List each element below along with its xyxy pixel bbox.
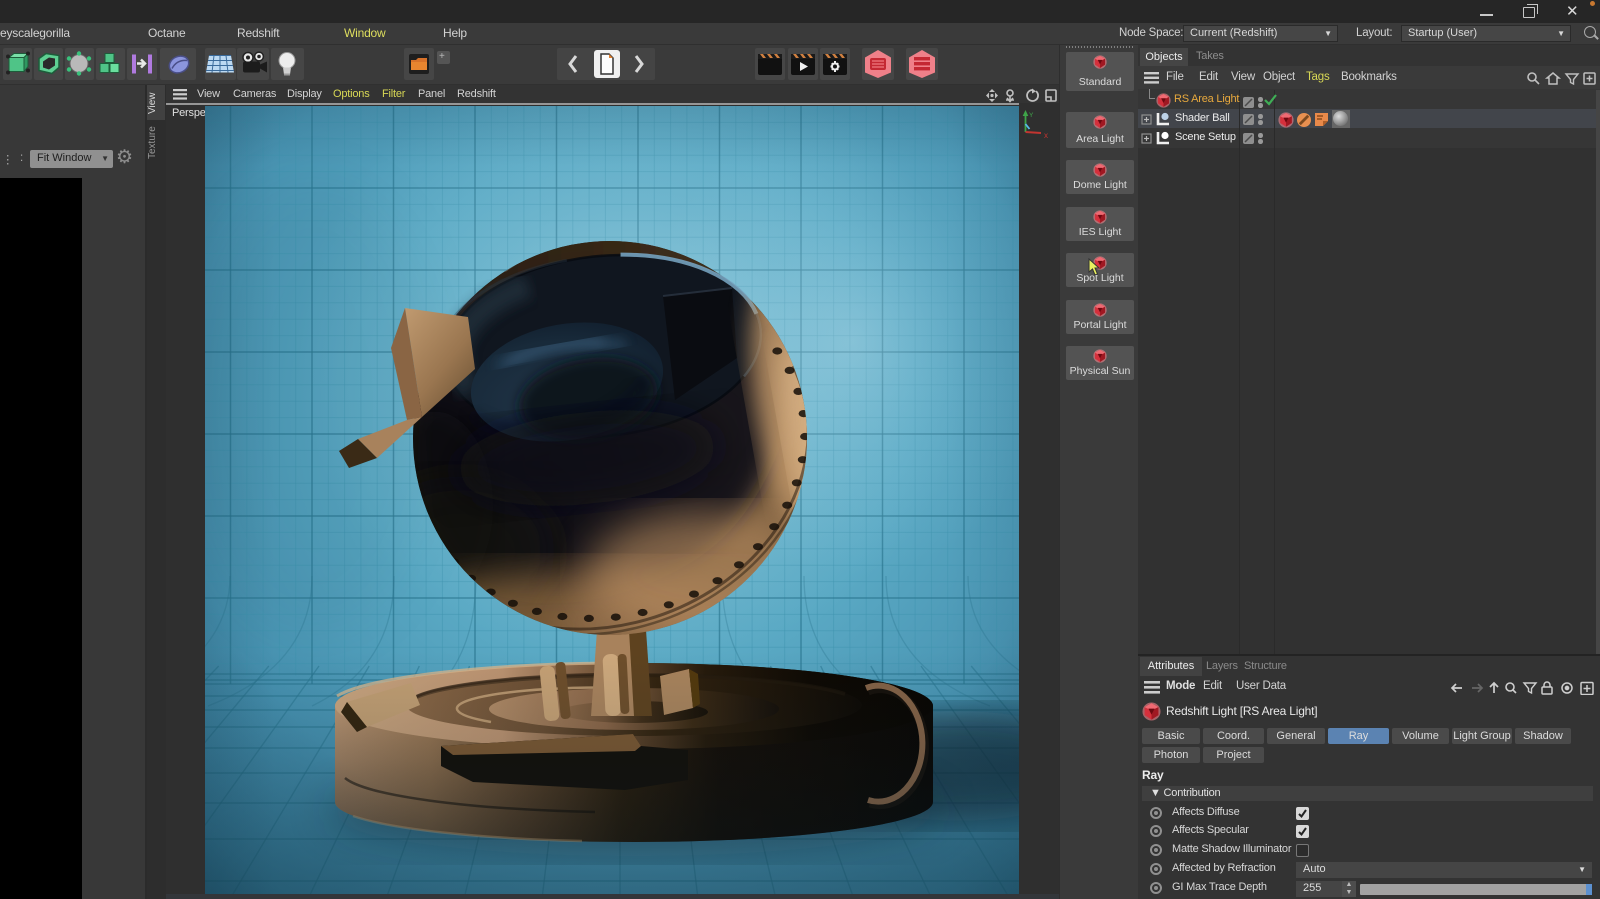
svg-text:x: x [1044,131,1048,140]
svg-text:Y: Y [1029,112,1034,119]
